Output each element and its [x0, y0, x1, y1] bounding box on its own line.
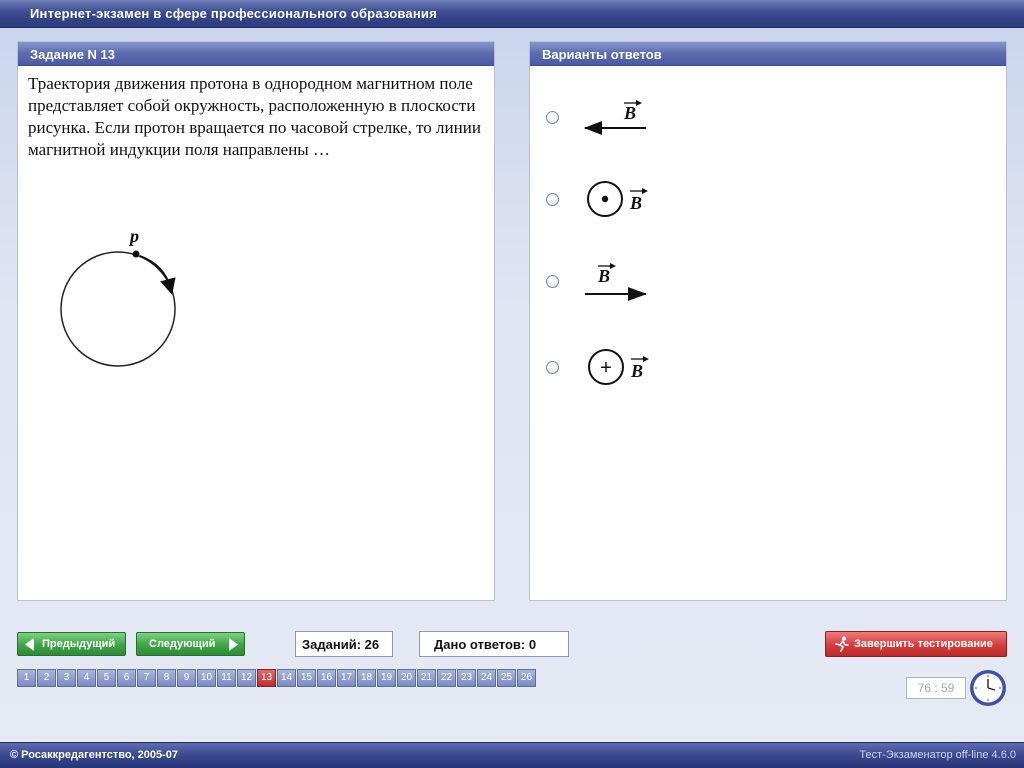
page-button-23[interactable]: 23	[457, 669, 476, 687]
page-button-17[interactable]: 17	[337, 669, 356, 687]
page-button-2[interactable]: 2	[37, 669, 56, 687]
triangle-right-icon	[229, 638, 238, 651]
status-bar: © Росаккредагентство, 2005-07 Тест-Экзам…	[0, 742, 1024, 768]
page-button-4[interactable]: 4	[77, 669, 96, 687]
page-button-3[interactable]: 3	[57, 669, 76, 687]
tasks-count: Заданий: 26	[295, 631, 393, 657]
page-button-21[interactable]: 21	[417, 669, 436, 687]
page-button-25[interactable]: 25	[497, 669, 516, 687]
answers-panel-header: Варианты ответов	[530, 42, 1006, 66]
b-vector-label: B	[623, 103, 636, 123]
page-button-9[interactable]: 9	[177, 669, 196, 687]
page-button-16[interactable]: 16	[317, 669, 336, 687]
page-button-26[interactable]: 26	[517, 669, 536, 687]
b-vector-label: B	[630, 361, 643, 381]
answers-panel: Варианты ответов B B B + B	[529, 41, 1007, 601]
answer-option-2[interactable]: B	[530, 168, 1000, 228]
page-button-22[interactable]: 22	[437, 669, 456, 687]
rotation-arrow	[139, 255, 176, 295]
copyright-text: © Росаккредагентство, 2005-07	[10, 749, 179, 761]
page-button-7[interactable]: 7	[137, 669, 156, 687]
page-button-5[interactable]: 5	[97, 669, 116, 687]
plus-sign: +	[600, 357, 612, 379]
page-button-14[interactable]: 14	[277, 669, 296, 687]
page-button-24[interactable]: 24	[477, 669, 496, 687]
page-button-19[interactable]: 19	[377, 669, 396, 687]
finish-testing-label: Завершить тестирование	[854, 638, 993, 650]
task-panel: Задание N 13 Траектория движения протона…	[17, 41, 495, 601]
answer-option-4[interactable]: + B	[530, 336, 1000, 396]
dot-in-circle-icon: B	[587, 181, 648, 217]
arrow-left-icon: B	[584, 100, 646, 135]
b-vector-label: B	[597, 266, 610, 286]
page-button-12[interactable]: 12	[237, 669, 256, 687]
triangle-left-icon	[25, 638, 34, 651]
page-button-15[interactable]: 15	[297, 669, 316, 687]
page-button-10[interactable]: 10	[197, 669, 216, 687]
running-man-icon	[835, 636, 849, 652]
timer-display: 76 : 59	[906, 677, 966, 699]
task-panel-header: Задание N 13	[18, 42, 494, 66]
page-button-13[interactable]: 13	[257, 669, 276, 687]
previous-button[interactable]: Предыдущий	[17, 632, 126, 656]
answer-radio-2[interactable]	[546, 193, 559, 206]
page-button-8[interactable]: 8	[157, 669, 176, 687]
trajectory-circle	[60, 251, 176, 367]
proton-trajectory-figure: p	[60, 227, 176, 367]
page-button-1[interactable]: 1	[17, 669, 36, 687]
answers-given-count: Дано ответов: 0	[419, 631, 569, 657]
page-button-20[interactable]: 20	[397, 669, 416, 687]
answer-radio-3[interactable]	[546, 275, 559, 288]
plus-in-circle-icon: + B	[588, 349, 649, 385]
previous-button-label: Предыдущий	[42, 638, 116, 650]
page-button-18[interactable]: 18	[357, 669, 376, 687]
answer-radio-4[interactable]	[546, 361, 559, 374]
answer-option-3[interactable]: B	[530, 250, 1000, 310]
page-button-11[interactable]: 11	[217, 669, 236, 687]
proton-label: p	[128, 227, 139, 246]
b-vector-label: B	[629, 193, 642, 213]
answer-option-1[interactable]: B	[530, 87, 1000, 147]
arrow-right-icon: B	[585, 263, 647, 301]
page-button-6[interactable]: 6	[117, 669, 136, 687]
question-text: Траектория движения протона в однородном…	[28, 74, 481, 159]
next-button-label: Следующий	[149, 638, 216, 650]
clock-icon	[970, 670, 1006, 706]
title-bar: Интернет-экзамен в сфере профессионально…	[0, 0, 1024, 28]
answer-radio-1[interactable]	[546, 111, 559, 124]
next-button[interactable]: Следующий	[136, 632, 245, 656]
proton-dot	[132, 250, 140, 258]
finish-testing-button[interactable]: Завершить тестирование	[825, 631, 1007, 657]
app-title: Интернет-экзамен в сфере профессионально…	[30, 6, 437, 21]
version-text: Тест-Экзаменатор off-line 4.6.0	[859, 749, 1016, 761]
